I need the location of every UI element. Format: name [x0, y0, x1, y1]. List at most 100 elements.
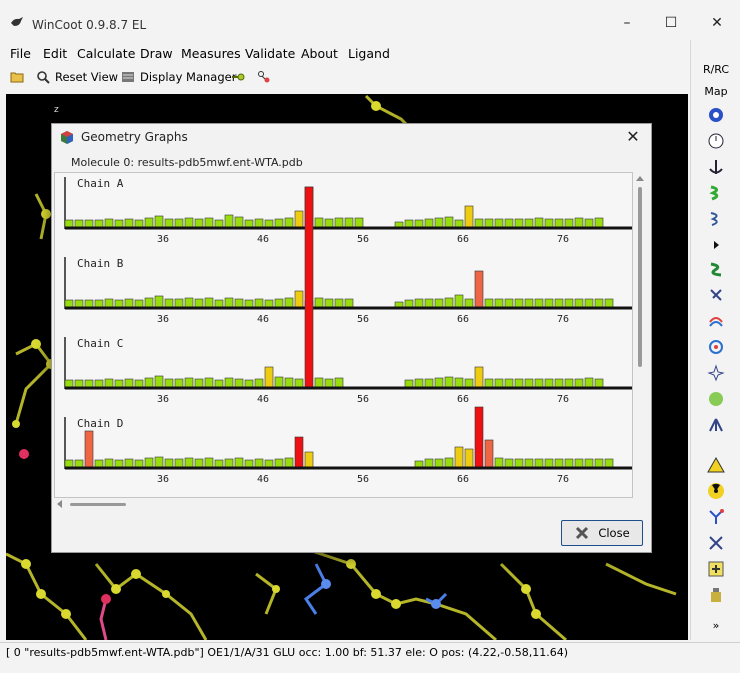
blue-chain-icon: [710, 212, 718, 226]
residue-bar: [214, 299, 224, 308]
residue-bar: [594, 298, 604, 308]
residue-bar: [164, 218, 174, 228]
rotamer-button[interactable]: [691, 338, 740, 359]
anchor-tool-button[interactable]: [691, 158, 740, 179]
residue-bar: [434, 458, 444, 468]
refine-regularize-button[interactable]: R/RC: [691, 62, 740, 76]
ramachandran-button[interactable]: [691, 416, 740, 437]
menu-file[interactable]: File: [10, 46, 31, 61]
residue-bar: [154, 456, 164, 468]
residue-bar: [554, 458, 564, 468]
residue-bar: [284, 457, 294, 468]
chain-label: Chain D: [77, 417, 123, 430]
residue-bar: [484, 439, 494, 468]
residue-bar: [484, 298, 494, 308]
tick-label: 56: [357, 234, 369, 245]
blue-swirl-icon: [710, 289, 722, 301]
residue-bar: [204, 377, 214, 388]
residue-bar: [444, 376, 454, 388]
residue-bar: [264, 459, 274, 468]
residue-bar: [164, 378, 174, 388]
residue-bar: [94, 459, 104, 468]
fit-residue-button[interactable]: [691, 184, 740, 205]
tick-label: 66: [457, 314, 469, 325]
residue-bar: [194, 458, 204, 468]
residue-bar: [324, 298, 334, 308]
residue-bar: [144, 217, 154, 228]
add-terminal-button[interactable]: [691, 560, 740, 581]
torsion-button[interactable]: [691, 364, 740, 385]
residue-bar: [434, 377, 444, 388]
reset-view-button[interactable]: Reset View: [36, 70, 118, 84]
side-chain-button[interactable]: [691, 286, 740, 307]
menu-validate[interactable]: Validate: [245, 46, 295, 61]
flip-peptide-button[interactable]: [691, 260, 740, 281]
play-button[interactable]: [691, 236, 740, 257]
residue-bar: [234, 216, 244, 228]
minimize-button[interactable]: –: [612, 12, 642, 34]
rotamer-tool-button[interactable]: [691, 106, 740, 127]
geometry-graphs-canvas: Chain A36 46 56 66 76Chain B36 46 56 66 76Chain …: [64, 177, 632, 485]
residue-bar: [584, 218, 594, 228]
residue-bar: [74, 379, 84, 388]
residue-bar: [334, 298, 344, 308]
radiation-tool-button[interactable]: [691, 482, 740, 503]
side-by-side-button[interactable]: [691, 390, 740, 411]
residue-bar: [74, 299, 84, 308]
residue-bar: [114, 219, 124, 228]
menu-edit[interactable]: Edit: [43, 46, 67, 61]
hazard-tool-button[interactable]: [691, 456, 740, 477]
bottle-tool-button[interactable]: [691, 586, 740, 607]
residue-bar: [524, 298, 534, 308]
residue-bar: [584, 377, 594, 388]
residue-bar: [194, 378, 204, 388]
close-button[interactable]: Close: [561, 520, 643, 546]
graph-pane[interactable]: Chain A 36 46 56 66 76 Chain B 36 46 56 66 76 Chain …: [54, 172, 633, 498]
delete-atom-button[interactable]: [691, 534, 740, 555]
residue-bar: [424, 458, 434, 468]
add-atom-button[interactable]: [691, 508, 740, 529]
molecule-label: Molecule 0: results-pdb5mwf.ent-WTA.pdb: [71, 156, 303, 169]
residue-bar: [154, 215, 164, 228]
menu-draw[interactable]: Draw: [140, 46, 173, 61]
residue-bar: [554, 378, 564, 388]
fit-segment-button[interactable]: [691, 210, 740, 231]
vertical-scrollbar[interactable]: [635, 173, 645, 493]
target-icon: [709, 108, 723, 122]
go-to-atom-button[interactable]: [231, 70, 245, 84]
mutate-button[interactable]: [691, 312, 740, 333]
map-button[interactable]: Map: [691, 84, 740, 98]
residue-bar: [104, 218, 114, 228]
residue-bar: [64, 459, 74, 468]
menu-about[interactable]: About: [301, 46, 338, 61]
residue-bar: [144, 377, 154, 388]
residue-bar: [454, 377, 464, 388]
horizontal-scrollbar[interactable]: [54, 497, 631, 511]
residue-bar: [424, 378, 434, 388]
tick-label: 36: [157, 314, 169, 325]
menu-measures[interactable]: Measures: [181, 46, 241, 61]
residue-bar: [404, 219, 414, 228]
residue-bar: [294, 290, 304, 308]
residue-bar: [544, 218, 554, 228]
residue-bar: [174, 458, 184, 468]
more-tools-button[interactable]: »: [691, 618, 740, 632]
residue-tool-button[interactable]: [257, 70, 271, 84]
tick-label: 36: [157, 474, 169, 485]
menu-calculate[interactable]: Calculate: [77, 46, 135, 61]
menu-ligand[interactable]: Ligand: [348, 46, 390, 61]
spin-icon: [709, 340, 723, 354]
dialog-close-icon[interactable]: ✕: [623, 127, 643, 146]
close-window-button[interactable]: ✕: [702, 12, 732, 34]
residue-bar: [524, 378, 534, 388]
clock-tool-button[interactable]: [691, 132, 740, 153]
residue-bar: [224, 297, 234, 308]
residue-bar: [204, 457, 214, 468]
maximize-button[interactable]: ☐: [656, 12, 686, 34]
residue-bar: [304, 451, 314, 468]
residue-bar: [504, 298, 514, 308]
residue-bar: [344, 217, 354, 228]
display-manager-button[interactable]: Display Manager: [121, 70, 236, 84]
tick-label: 66: [457, 394, 469, 405]
open-folder-button[interactable]: [10, 70, 24, 84]
